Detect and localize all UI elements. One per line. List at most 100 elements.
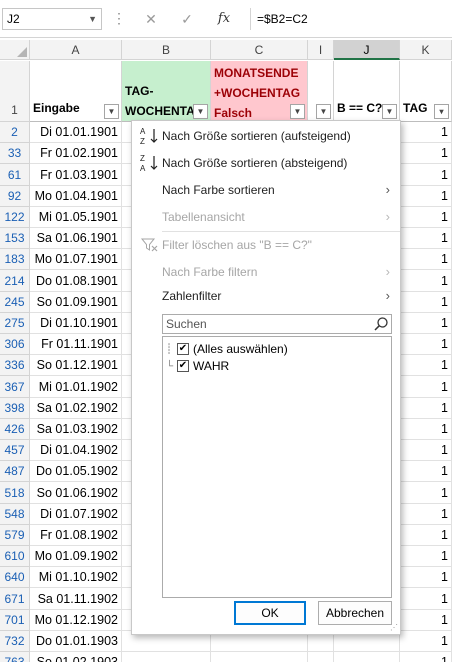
header-cell-b[interactable]: TAG- WOCHENTAG ▼ <box>122 61 211 122</box>
row-header[interactable]: 548 <box>0 504 30 525</box>
name-box[interactable]: J2 ▼ <box>2 8 102 30</box>
cell-k[interactable]: 1 <box>400 313 452 334</box>
cell-k[interactable]: 1 <box>400 652 452 662</box>
cell-k[interactable]: 1 <box>400 398 452 419</box>
drag-handle-icon[interactable]: ⋮ <box>112 10 126 26</box>
row-header[interactable]: 2 <box>0 122 30 143</box>
filter-active-icon[interactable]: ▾ <box>434 104 449 119</box>
row-header[interactable]: 245 <box>0 292 30 313</box>
header-cell-c[interactable]: MONATSENDE +WOCHENTAG Falsch ▼ <box>211 61 308 122</box>
checkbox-checked-icon[interactable]: ✔ <box>177 343 189 355</box>
row-header[interactable]: 671 <box>0 588 30 610</box>
row-header[interactable]: 487 <box>0 461 30 482</box>
confirm-entry-button[interactable]: ✓ <box>176 9 198 29</box>
cell-k[interactable]: 1 <box>400 419 452 440</box>
row-header[interactable]: 457 <box>0 440 30 461</box>
checkbox-checked-icon[interactable]: ✔ <box>177 360 189 372</box>
row-header[interactable]: 610 <box>0 546 30 567</box>
cell-k[interactable]: 1 <box>400 631 452 652</box>
cell-a[interactable]: Di 01.01.1901 <box>30 122 122 143</box>
header-cell-k[interactable]: TAG ▾ <box>400 61 452 122</box>
cell-a[interactable]: Mi 01.01.1902 <box>30 376 122 398</box>
cell-k[interactable]: 1 <box>400 270 452 292</box>
sort-ascending-item[interactable]: A Z Nach Größe sortieren (aufsteigend) <box>132 123 400 149</box>
number-filters-item[interactable]: Zahlenfilter › <box>132 283 400 309</box>
column-header-b[interactable]: B <box>122 40 211 60</box>
cell-a[interactable]: Sa 01.06.1901 <box>30 228 122 249</box>
filter-dropdown-icon[interactable]: ▼ <box>193 104 208 119</box>
cell-k[interactable]: 1 <box>400 207 452 228</box>
search-input[interactable]: Suchen <box>162 314 392 334</box>
column-header-k[interactable]: K <box>400 40 452 60</box>
cell-k[interactable]: 1 <box>400 143 452 164</box>
header-cell-a[interactable]: Eingabe ▼ <box>30 61 122 122</box>
row-header-1[interactable]: 1 <box>0 61 30 122</box>
cell-a[interactable]: So 01.02.1903 <box>30 652 122 662</box>
cell-a[interactable]: Di 01.07.1902 <box>30 504 122 525</box>
cell-a[interactable]: Mi 01.10.1902 <box>30 567 122 588</box>
cell-k[interactable]: 1 <box>400 504 452 525</box>
sort-by-color-item[interactable]: Nach Farbe sortieren › <box>132 177 400 203</box>
column-header-c[interactable]: C <box>211 40 308 60</box>
row-header[interactable]: 518 <box>0 482 30 504</box>
row-header[interactable]: 640 <box>0 567 30 588</box>
cancel-button[interactable]: Abbrechen <box>318 601 392 625</box>
cell-k[interactable]: 1 <box>400 376 452 398</box>
cell-a[interactable]: Mo 01.04.1901 <box>30 186 122 207</box>
chevron-down-icon[interactable]: ▼ <box>88 9 97 29</box>
cell-b[interactable] <box>122 652 211 662</box>
cell-a[interactable]: Mo 01.12.1902 <box>30 610 122 631</box>
cell-a[interactable]: Di 01.04.1902 <box>30 440 122 461</box>
cell-a[interactable]: Do 01.08.1901 <box>30 270 122 292</box>
row-header[interactable]: 426 <box>0 419 30 440</box>
cell-a[interactable]: Fr 01.02.1901 <box>30 143 122 164</box>
cell-a[interactable]: Sa 01.02.1902 <box>30 398 122 419</box>
row-header[interactable]: 367 <box>0 376 30 398</box>
cell-a[interactable]: Mi 01.05.1901 <box>30 207 122 228</box>
cell-k[interactable]: 1 <box>400 546 452 567</box>
cell-a[interactable]: Mo 01.09.1902 <box>30 546 122 567</box>
ok-button[interactable]: OK <box>234 601 306 625</box>
column-header-i[interactable]: I <box>308 40 334 60</box>
list-item-select-all[interactable]: ┊ ✔ (Alles auswählen) <box>166 341 369 358</box>
cell-a[interactable]: Di 01.10.1901 <box>30 313 122 334</box>
header-cell-j[interactable]: B == C? ▼ <box>334 61 400 122</box>
row-header[interactable]: 701 <box>0 610 30 631</box>
cancel-entry-button[interactable]: ✕ <box>140 9 162 29</box>
cell-k[interactable]: 1 <box>400 461 452 482</box>
list-item-wahr[interactable]: └ ✔ WAHR <box>166 358 369 375</box>
cell-i[interactable] <box>308 652 334 662</box>
cell-a[interactable]: Do 01.01.1903 <box>30 631 122 652</box>
row-header[interactable]: 61 <box>0 164 30 186</box>
row-header[interactable]: 336 <box>0 355 30 376</box>
formula-input[interactable]: =$B2=C2 <box>250 8 452 30</box>
row-header[interactable]: 763 <box>0 652 30 662</box>
sort-descending-item[interactable]: Z A Nach Größe sortieren (absteigend) <box>132 150 400 176</box>
cell-k[interactable]: 1 <box>400 122 452 143</box>
cell-k[interactable]: 1 <box>400 567 452 588</box>
row-header[interactable]: 579 <box>0 525 30 546</box>
row-header[interactable]: 732 <box>0 631 30 652</box>
row-header[interactable]: 33 <box>0 143 30 164</box>
cell-a[interactable]: Sa 01.11.1902 <box>30 588 122 610</box>
cell-k[interactable]: 1 <box>400 525 452 546</box>
select-all-corner[interactable] <box>0 40 30 60</box>
cell-k[interactable]: 1 <box>400 588 452 610</box>
cell-a[interactable]: So 01.09.1901 <box>30 292 122 313</box>
filter-dropdown-icon[interactable]: ▼ <box>382 104 397 119</box>
cell-a[interactable]: Fr 01.03.1901 <box>30 164 122 186</box>
row-header[interactable]: 122 <box>0 207 30 228</box>
filter-dropdown-icon[interactable]: ▼ <box>290 104 305 119</box>
cell-a[interactable]: Mo 01.07.1901 <box>30 249 122 270</box>
cell-a[interactable]: So 01.12.1901 <box>30 355 122 376</box>
header-cell-i[interactable]: ▼ <box>308 61 334 122</box>
cell-k[interactable]: 1 <box>400 292 452 313</box>
cell-k[interactable]: 1 <box>400 610 452 631</box>
cell-k[interactable]: 1 <box>400 334 452 355</box>
cell-k[interactable]: 1 <box>400 249 452 270</box>
resize-grip-icon[interactable]: ⋰ <box>390 624 398 632</box>
cell-k[interactable]: 1 <box>400 228 452 249</box>
column-header-a[interactable]: A <box>30 40 122 60</box>
cell-k[interactable]: 1 <box>400 482 452 504</box>
row-header[interactable]: 306 <box>0 334 30 355</box>
